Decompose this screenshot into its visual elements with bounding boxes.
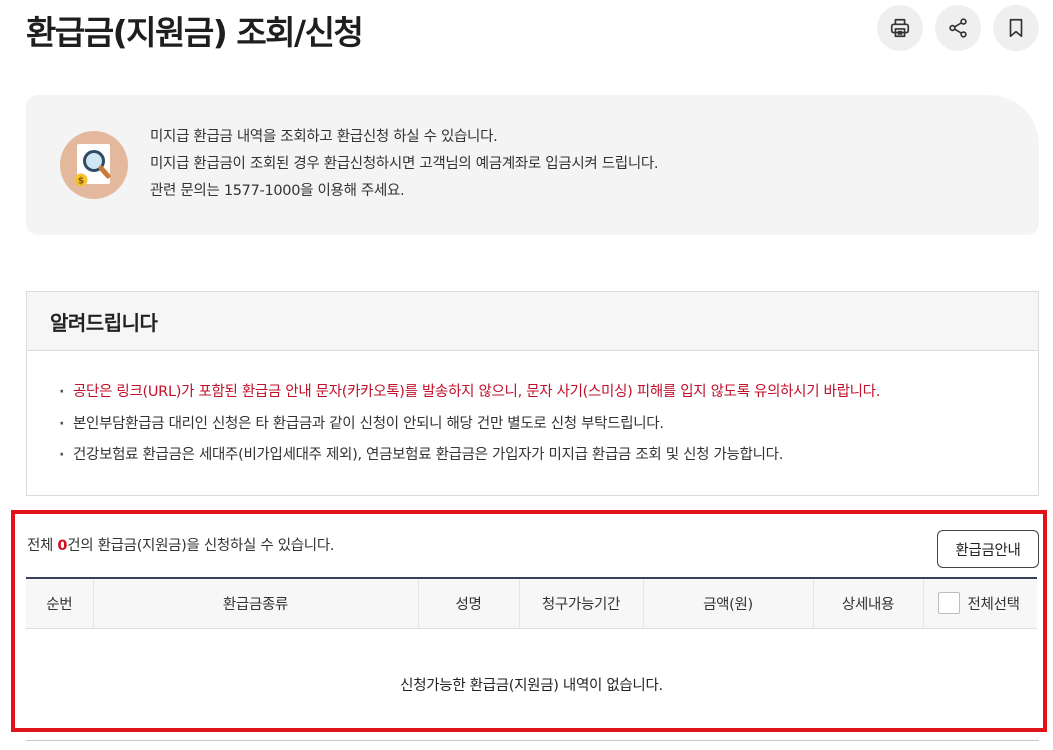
notice-item: 건강보험료 환급금은 세대주(비가입세대주 제외), 연금보험료 환급금은 가입…	[59, 440, 1038, 472]
info-line: 미지급 환급금이 조회된 경우 환급신청하시면 고객님의 예금계좌로 입금시켜 …	[150, 156, 659, 172]
notice-heading: 알려드립니다	[27, 292, 1038, 351]
table-header-row: 순번 환급금종류 성명 청구가능기간 금액(원) 상세내용 전체선택	[26, 578, 1038, 629]
divider	[26, 740, 1039, 741]
select-all-control[interactable]: 전체선택	[924, 592, 1038, 615]
print-button[interactable]	[877, 5, 923, 51]
bookmark-button[interactable]	[993, 5, 1039, 51]
notice-item: 본인부담환급금 대리인 신청은 타 환급금과 같이 신청이 안되니 해당 건만 …	[59, 409, 1038, 441]
column-header-refund-type: 환급금종류	[92, 578, 418, 629]
notice-box: 알려드립니다 공단은 링크(URL)가 포함된 환급금 안내 문자(카카오톡)를…	[26, 291, 1039, 496]
refund-list-section: 전체 0건의 환급금(지원금)을 신청하실 수 있습니다. 환급금안내 순번 환…	[11, 510, 1047, 732]
refund-guide-button[interactable]: 환급금안내	[937, 530, 1039, 568]
search-document-coin-icon: $	[60, 131, 128, 199]
table-empty-row: 신청가능한 환급금(지원금) 내역이 없습니다.	[26, 628, 1037, 741]
refund-count: 0	[57, 538, 68, 554]
printer-icon	[890, 18, 910, 38]
share-icon	[949, 18, 967, 38]
info-line: 관련 문의는 1577-1000을 이용해 주세요.	[150, 183, 405, 199]
select-all-label: 전체선택	[967, 596, 1020, 613]
notice-list: 공단은 링크(URL)가 포함된 환급금 안내 문자(카카오톡)를 발송하지 않…	[27, 351, 1038, 472]
column-header-amount: 금액(원)	[642, 578, 813, 629]
column-header-name: 성명	[417, 578, 519, 629]
select-all-checkbox[interactable]	[937, 592, 960, 615]
refund-count-text: 전체 0건의 환급금(지원금)을 신청하실 수 있습니다.	[27, 538, 335, 554]
info-line: 미지급 환급금 내역을 조회하고 환급신청 하실 수 있습니다.	[150, 129, 498, 145]
share-button[interactable]	[935, 5, 981, 51]
column-header-number: 순번	[26, 578, 93, 629]
info-box: $ 미지급 환급금 내역을 조회하고 환급신청 하실 수 있습니다. 미지급 환…	[26, 95, 1039, 235]
refund-table: 순번 환급금종류 성명 청구가능기간 금액(원) 상세내용 전체선택 신청가능한…	[26, 577, 1037, 741]
column-header-select-all: 전체선택	[922, 578, 1038, 629]
notice-item-smishing-warning: 공단은 링크(URL)가 포함된 환급금 안내 문자(카카오톡)를 발송하지 않…	[59, 377, 1038, 409]
column-header-claim-period: 청구가능기간	[518, 578, 643, 629]
bookmark-icon	[1009, 18, 1023, 38]
column-header-details: 상세내용	[812, 578, 923, 629]
svg-text:$: $	[78, 177, 84, 187]
page-title: 환급금(지원금) 조회/신청	[26, 13, 364, 52]
empty-message: 신청가능한 환급금(지원금) 내역이 없습니다.	[400, 678, 663, 695]
